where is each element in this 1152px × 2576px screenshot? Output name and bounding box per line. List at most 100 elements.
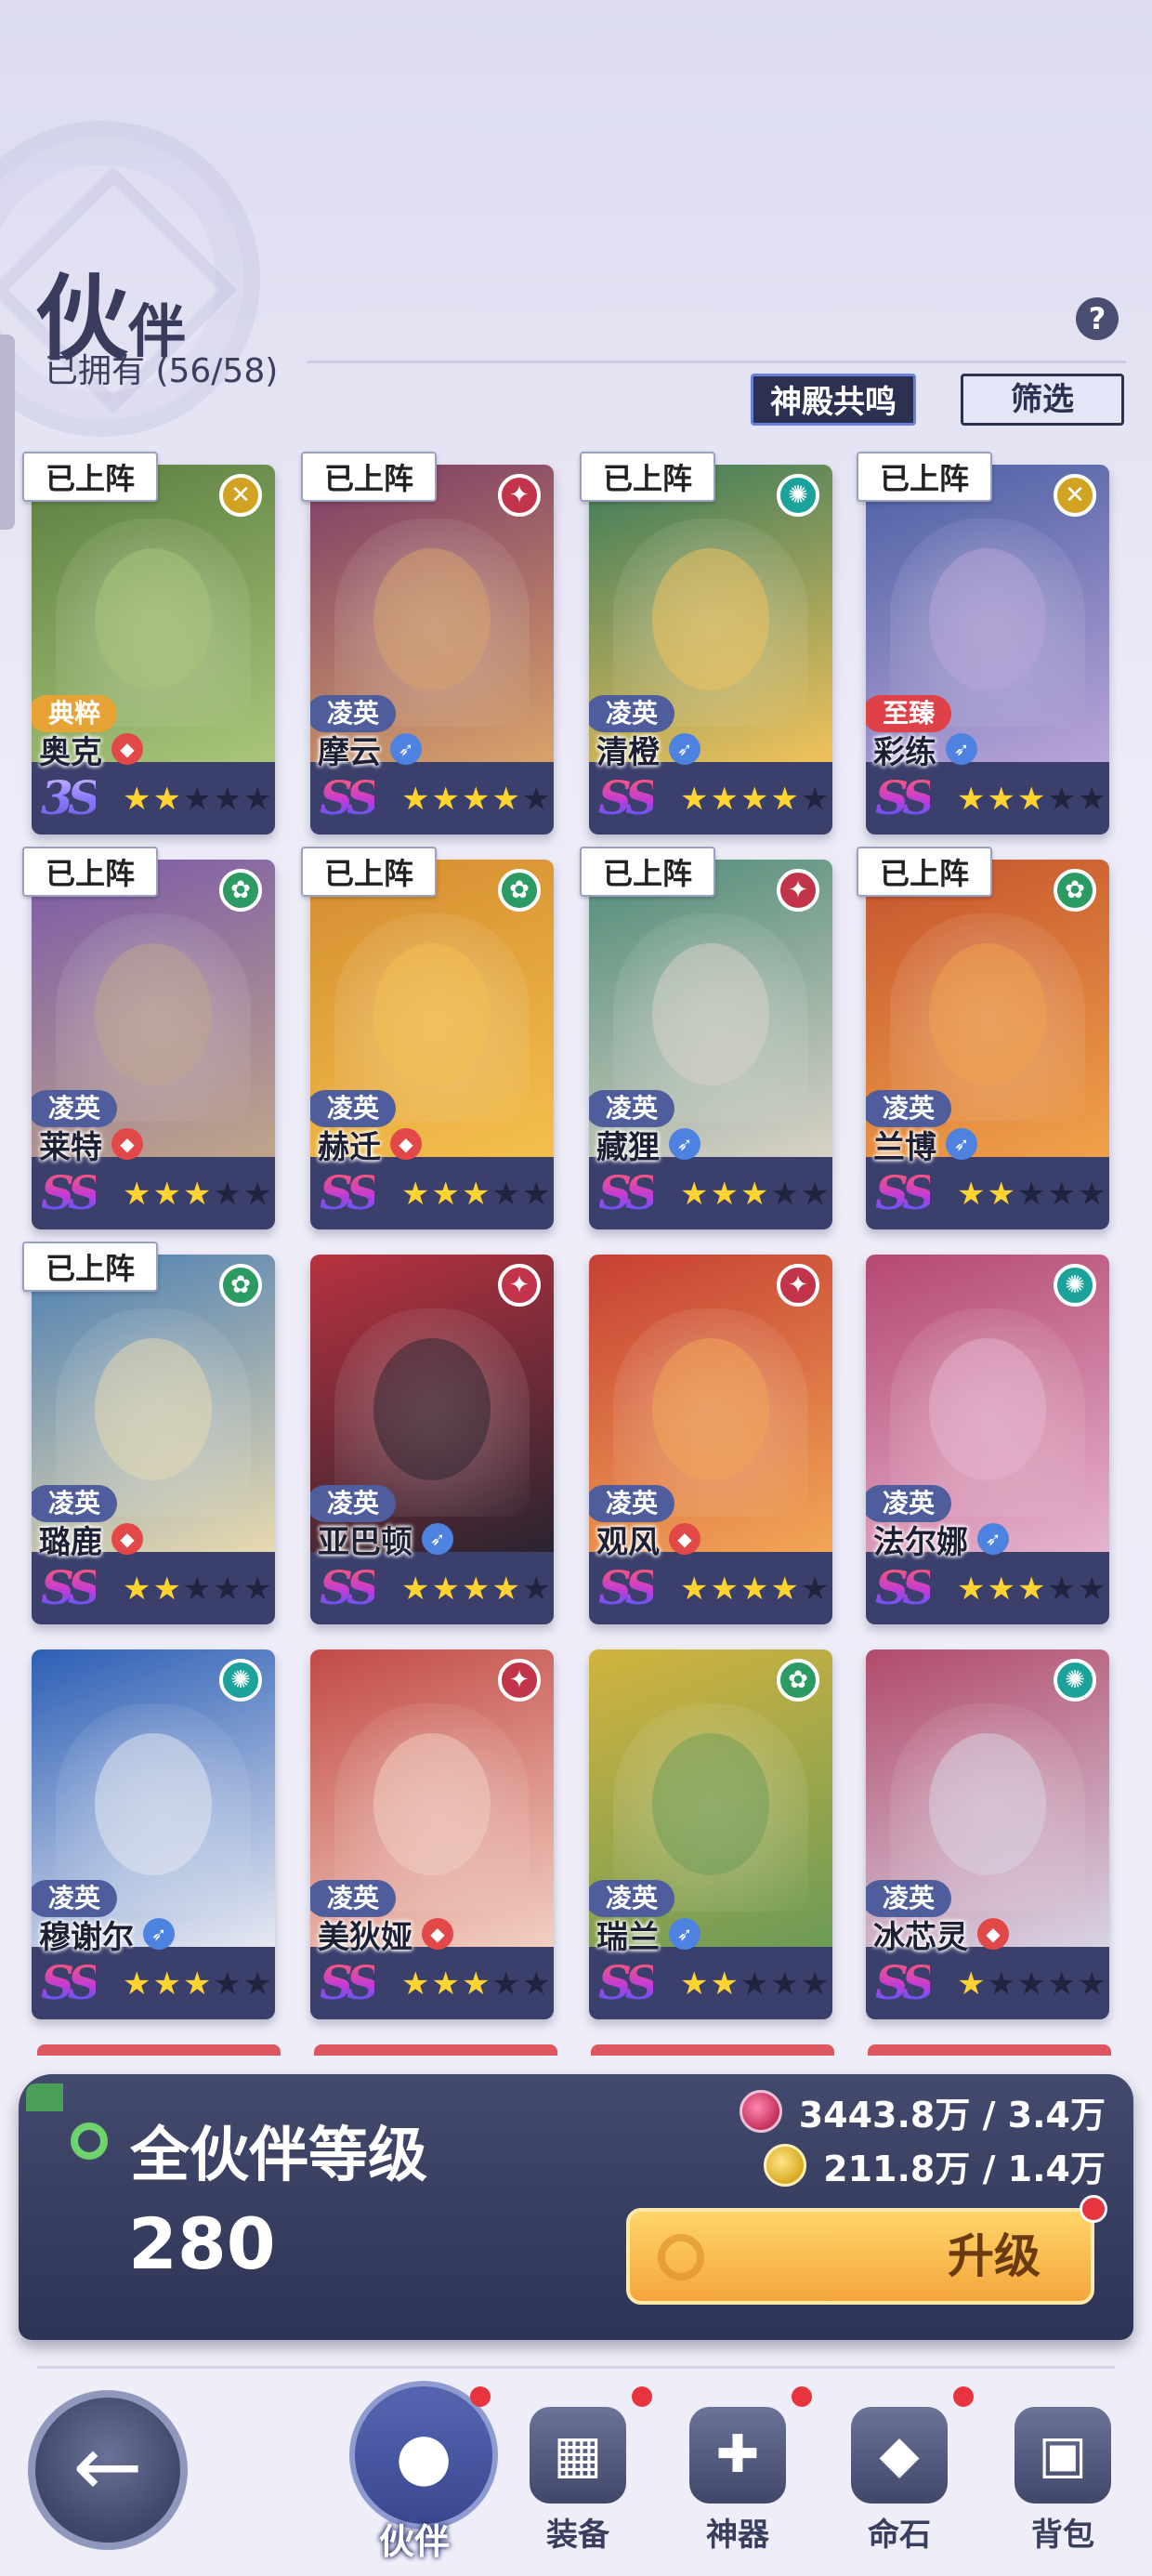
star-filled-icon: ★ <box>740 1176 769 1213</box>
partner-name: 赫迁 <box>318 1128 381 1166</box>
element-green-icon: ✿ <box>219 1264 262 1307</box>
star-empty-icon: ★ <box>1077 1965 1106 2003</box>
next-row-card-peek <box>591 2044 834 2056</box>
star-filled-icon: ★ <box>710 1176 739 1213</box>
star-filled-icon: ★ <box>740 781 769 818</box>
star-rating: ★ ★ ★ ★ ★ <box>680 1572 829 1606</box>
partner-card[interactable]: ✺ 凌英 穆谢尔 ➶ SS ★ ★ ★ ★ ★ <box>32 1649 275 2019</box>
backpack-icon: ▣ <box>1015 2407 1111 2504</box>
star-empty-icon: ★ <box>740 1965 769 2003</box>
filter-button[interactable]: 筛选 <box>961 374 1124 426</box>
star-empty-icon: ★ <box>213 1571 242 1608</box>
partner-name: 摩云 <box>318 733 381 771</box>
star-rating: ★ ★ ★ ★ ★ <box>957 1177 1106 1211</box>
deployed-tag: 已上阵 <box>580 847 715 897</box>
back-arrow-icon: ← <box>72 2418 143 2516</box>
class-blue-icon: ➶ <box>946 1128 977 1160</box>
temple-resonance-button[interactable]: 神殿共鸣 <box>751 374 916 426</box>
partner-card[interactable]: ✕ 至臻 彩练 ➶ SS ★ ★ ★ ★ ★ <box>866 465 1109 835</box>
element-teal-icon: ✺ <box>1054 1659 1096 1702</box>
nav-stone-notification-dot <box>953 2386 974 2407</box>
grade-badge: SS <box>41 1560 101 1615</box>
partner-card[interactable]: ✺ 凌英 法尔娜 ➶ SS ★ ★ ★ ★ ★ <box>866 1255 1109 1624</box>
star-empty-icon: ★ <box>213 781 242 818</box>
partner-card[interactable]: ✿ 凌英 莱特 ◆ SS ★ ★ ★ ★ ★ <box>32 860 275 1229</box>
star-empty-icon: ★ <box>521 781 551 818</box>
star-rating: ★ ★ ★ ★ ★ <box>123 782 271 816</box>
upgrade-button-label: 升级 <box>948 2229 1041 2283</box>
element-red-icon: ✦ <box>498 1264 541 1307</box>
star-filled-icon: ★ <box>461 1176 491 1213</box>
star-empty-icon: ★ <box>242 781 272 818</box>
artifact-icon: ✚ <box>689 2407 786 2504</box>
deployed-tag: 已上阵 <box>22 452 158 502</box>
gold-amount: 211.8万 / 1.4万 <box>823 2148 1106 2189</box>
nav-tab-partner[interactable]: ● 伙伴 <box>349 2381 498 2565</box>
star-filled-icon: ★ <box>123 1571 151 1608</box>
nav-tab-stone[interactable]: ◆ 命石 <box>834 2407 964 2565</box>
star-filled-icon: ★ <box>123 1176 151 1213</box>
star-filled-icon: ★ <box>680 1965 709 2003</box>
partner-card[interactable]: ✿ 凌英 瑞兰 ➶ SS ★ ★ ★ ★ ★ <box>589 1649 832 2019</box>
grade-badge: SS <box>320 770 380 825</box>
side-pull-tab[interactable] <box>0 335 15 530</box>
star-empty-icon: ★ <box>242 1965 272 2003</box>
star-filled-icon: ★ <box>431 1965 460 2003</box>
back-button[interactable]: ← <box>28 2390 188 2550</box>
partner-name: 莱特 <box>39 1128 102 1166</box>
star-empty-icon: ★ <box>800 1965 830 2003</box>
star-empty-icon: ★ <box>1077 1176 1106 1213</box>
star-empty-icon: ★ <box>242 1176 272 1213</box>
nav-tab-backpack[interactable]: ▣ 背包 <box>998 2407 1128 2565</box>
partner-card[interactable]: ✦ 凌英 摩云 ➶ SS ★ ★ ★ ★ ★ <box>310 465 554 835</box>
partner-figure <box>652 942 769 1086</box>
star-empty-icon: ★ <box>1047 1571 1076 1608</box>
star-filled-icon: ★ <box>1016 781 1046 818</box>
star-rating: ★ ★ ★ ★ ★ <box>123 1177 271 1211</box>
panel-corner-accent <box>26 2083 63 2111</box>
name-row: 莱特 ◆ <box>32 1125 143 1166</box>
partner-card[interactable]: ✺ 凌英 冰芯灵 ◆ SS ★ ★ ★ ★ ★ <box>866 1649 1109 2019</box>
nav-tab-equipment[interactable]: ▦ 装备 <box>513 2407 643 2565</box>
grade-badge: SS <box>598 1560 659 1615</box>
star-empty-icon: ★ <box>521 1176 551 1213</box>
nav-tab-artifact[interactable]: ✚ 神器 <box>673 2407 803 2565</box>
partner-card[interactable]: ✿ 凌英 璐鹿 ◆ SS ★ ★ ★ ★ ★ <box>32 1255 275 1624</box>
partner-card[interactable]: ✺ 凌英 清橙 ➶ SS ★ ★ ★ ★ ★ <box>589 465 832 835</box>
partner-card[interactable]: ✦ 凌英 藏狸 ➶ SS ★ ★ ★ ★ ★ <box>589 860 832 1229</box>
deployed-tag: 已上阵 <box>857 452 992 502</box>
star-empty-icon: ★ <box>1016 1176 1046 1213</box>
partner-name: 穆谢尔 <box>39 1918 134 1956</box>
element-red-icon: ✦ <box>498 474 541 517</box>
upgrade-button[interactable]: 升级 <box>626 2208 1094 2305</box>
name-row: 彩练 ➶ <box>866 730 977 771</box>
star-filled-icon: ★ <box>182 1965 212 2003</box>
partner-name: 瑞兰 <box>596 1918 660 1956</box>
name-row: 赫迁 ◆ <box>310 1125 422 1166</box>
upgrade-ring-icon <box>658 2234 704 2280</box>
level-value: 280 <box>128 2202 276 2285</box>
star-rating: ★ ★ ★ ★ ★ <box>123 1572 271 1606</box>
grade-badge: SS <box>875 1955 936 2010</box>
title-divider <box>307 361 1126 363</box>
class-red-icon: ◆ <box>111 1128 143 1160</box>
element-green-icon: ✿ <box>498 869 541 912</box>
star-filled-icon: ★ <box>461 781 491 818</box>
partner-card[interactable]: ✦ 凌英 观风 ◆ SS ★ ★ ★ ★ ★ <box>589 1255 832 1624</box>
help-icon[interactable]: ? <box>1076 297 1119 340</box>
partner-card[interactable]: ✕ 典粹 奥克 ◆ 3S ★ ★ ★ ★ ★ <box>32 465 275 835</box>
partner-figure <box>373 1732 491 1876</box>
star-filled-icon: ★ <box>401 1176 430 1213</box>
partner-card[interactable]: ✿ 凌英 兰博 ➶ SS ★ ★ ★ ★ ★ <box>866 860 1109 1229</box>
armor-icon: ▦ <box>530 2407 626 2504</box>
class-red-icon: ◆ <box>422 1918 453 1950</box>
grade-badge: SS <box>598 1955 659 2010</box>
star-filled-icon: ★ <box>491 1571 520 1608</box>
partner-card[interactable]: ✦ 凌英 美狄娅 ◆ SS ★ ★ ★ ★ ★ <box>310 1649 554 2019</box>
partner-card[interactable]: ✦ 凌英 亚巴顿 ➶ SS ★ ★ ★ ★ ★ <box>310 1255 554 1624</box>
partner-card[interactable]: ✿ 凌英 赫迁 ◆ SS ★ ★ ★ ★ ★ <box>310 860 554 1229</box>
star-filled-icon: ★ <box>710 1571 739 1608</box>
name-row: 观风 ◆ <box>589 1520 700 1561</box>
deployed-tag: 已上阵 <box>22 847 158 897</box>
partner-figure <box>652 1337 769 1481</box>
